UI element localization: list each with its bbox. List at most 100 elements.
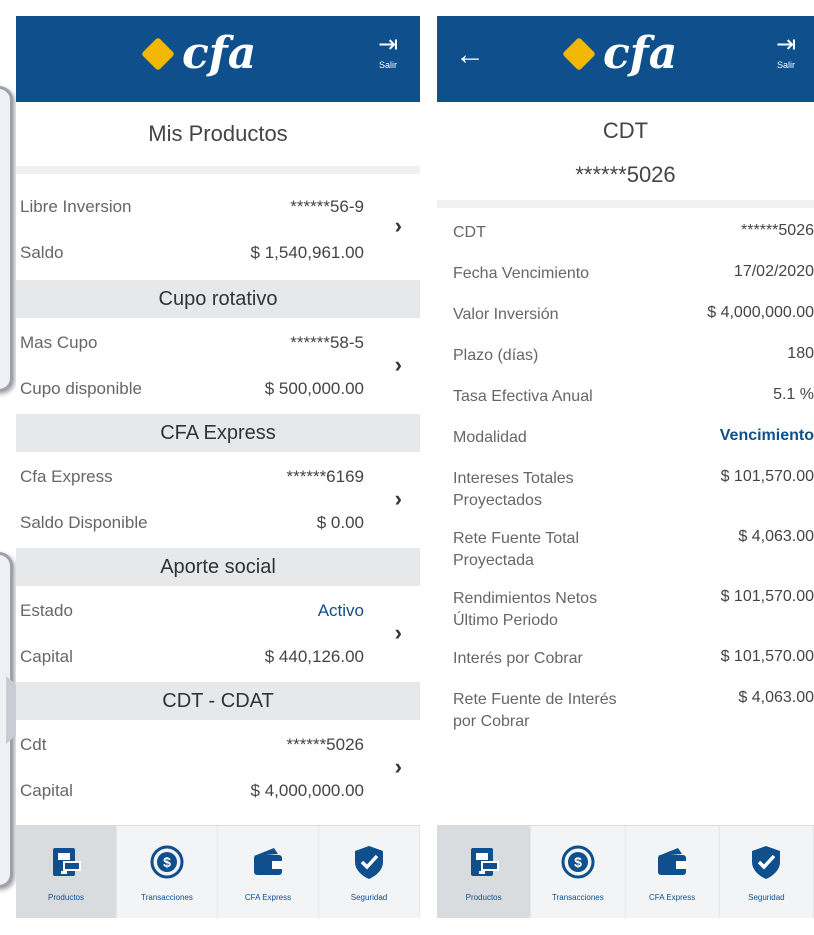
detail-row: Fecha Vencimiento 17/02/2020 (437, 255, 814, 296)
detail-label: Modalidad (453, 429, 527, 446)
product-row: Saldo Disponible $ 0.00 (20, 500, 420, 546)
detail-label: Intereses Totales Proyectados (453, 470, 574, 509)
app-header: ← cfa ⇥ Salir (437, 16, 814, 102)
detail-label: Interés por Cobrar (453, 650, 583, 667)
exit-icon: ⇥ (377, 31, 399, 58)
chevron-right-icon[interactable]: › (395, 213, 402, 239)
product-card[interactable]: Mas Cupo ******58-5 Cupo disponible $ 500,0… (16, 318, 420, 414)
section-header: Aporte social (16, 548, 420, 586)
product-row-label: Cupo disponible (20, 379, 142, 398)
exit-label: Salir (378, 60, 397, 70)
tab-productos[interactable]: Productos (16, 826, 117, 918)
wallet-icon (248, 842, 288, 887)
detail-account-number: ******5026 (437, 160, 814, 208)
tab-label: Productos (465, 893, 502, 902)
tab-productos[interactable]: Productos (437, 826, 532, 918)
detail-label: Rete Fuente Total Proyectada (453, 530, 580, 569)
tab-label: CFA Express (244, 893, 292, 902)
chevron-right-icon[interactable]: › (395, 486, 402, 512)
shield-icon (746, 842, 786, 887)
product-row-value: $ 500,000.00 (264, 379, 364, 398)
product-card[interactable]: Estado Activo Capital $ 440,126.00 › (16, 586, 420, 682)
detail-row: Intereses Totales Proyectados $ 101,570.0… (437, 460, 814, 520)
svg-text:$: $ (574, 854, 582, 870)
exit-button[interactable]: ⇥ Salir (768, 31, 804, 71)
detail-row: Rete Fuente Total Proyectada $ 4,063.00 (437, 520, 814, 580)
callout-bubble-top (0, 86, 13, 392)
detail-label: Plazo (días) (453, 347, 539, 364)
tab-label: Seguridad (350, 893, 388, 902)
transactions-icon: $ (558, 842, 598, 887)
tab-seguridad[interactable]: Seguridad (319, 826, 420, 918)
chevron-right-icon[interactable]: › (395, 754, 402, 780)
section-header: CDT - CDAT (16, 682, 420, 720)
detail-value: ******5026 (741, 222, 814, 239)
detail-value: 17/02/2020 (733, 263, 814, 280)
detail-label: Rendimientos Netos Último Periodo (453, 590, 598, 629)
app-header: cfa ⇥ Salir (16, 16, 420, 102)
tab-cfa-express[interactable]: CFA Express (218, 826, 319, 918)
wallet-icon (652, 842, 692, 887)
back-arrow-icon[interactable]: ← (455, 38, 485, 72)
detail-row: Valor Inversión $ 4,000,000.00 (437, 296, 814, 337)
detail-value: $ 4,063.00 (738, 528, 814, 545)
detail-value: $ 101,570.00 (720, 588, 814, 605)
tab-label: CFA Express (649, 893, 696, 902)
detail-row: Rendimientos Netos Último Periodo $ 101,5… (437, 580, 814, 640)
cfa-logo: cfa (562, 28, 678, 79)
product-card[interactable]: Cdt ******5026 Capital $ 4,000,000.00 › (16, 720, 420, 816)
detail-label: Rete Fuente de Interés por Cobrar (453, 691, 617, 730)
chevron-right-icon[interactable]: › (395, 352, 402, 378)
detail-list: CDT ******5026 Fecha Vencimiento 17/02/2020… (437, 214, 814, 741)
product-row-value: ******56-9 (290, 197, 364, 216)
products-icon (46, 842, 86, 887)
detail-value: $ 101,570.00 (720, 468, 814, 485)
section-header: CFA Express (16, 414, 420, 452)
exit-button[interactable]: ⇥ Salir (370, 31, 406, 71)
product-row: Cupo disponible $ 500,000.00 (20, 366, 420, 412)
tab-cfa-express[interactable]: CFA Express (626, 826, 720, 918)
products-screen: cfa ⇥ Salir Mis Productos Libre Inversio… (16, 16, 420, 918)
product-row-label: Capital (20, 647, 73, 666)
product-row: Mas Cupo ******58-5 (20, 320, 420, 366)
shield-icon (349, 842, 389, 887)
product-row-label: Libre Inversion (20, 197, 132, 216)
detail-label: CDT (453, 224, 486, 241)
tab-transacciones[interactable]: $ Transacciones (531, 826, 626, 918)
product-list: Libre Inversion ******56-9 Saldo $ 1,540,96… (16, 174, 420, 816)
product-row-label: Estado (20, 601, 73, 620)
product-card[interactable]: Cfa Express ******6169 Saldo Disponible $ 0… (16, 452, 420, 548)
detail-label: Tasa Efectiva Anual (453, 388, 593, 405)
detail-row: Modalidad Vencimiento (437, 419, 814, 460)
exit-label: Salir (776, 60, 795, 70)
products-icon (464, 842, 504, 887)
logo-text: cfa (603, 28, 678, 79)
product-row: Cfa Express ******6169 (20, 454, 420, 500)
tab-seguridad[interactable]: Seguridad (720, 826, 814, 918)
cropped-top-strip (0, 0, 814, 16)
detail-row: Plazo (días) 180 (437, 337, 814, 378)
chevron-right-icon[interactable]: › (395, 620, 402, 646)
tab-transacciones[interactable]: $ Transacciones (117, 826, 218, 918)
transactions-icon: $ (147, 842, 187, 887)
detail-value: $ 4,063.00 (738, 689, 814, 706)
product-row-value: ******5026 (286, 735, 364, 754)
page-title: Mis Productos (16, 102, 420, 174)
section-header: Cupo rotativo (16, 280, 420, 318)
product-row-value: $ 4,000,000.00 (250, 781, 364, 800)
exit-icon: ⇥ (775, 31, 797, 58)
product-row-label: Capital (20, 781, 73, 800)
detail-row: Rete Fuente de Interés por Cobrar $ 4,063… (437, 681, 814, 741)
detail-title: CDT (602, 118, 649, 143)
svg-text:$: $ (163, 854, 171, 870)
product-row-label: Saldo (20, 243, 64, 262)
product-row-value: $ 440,126.00 (264, 647, 364, 666)
tab-label: Transacciones (141, 893, 193, 902)
detail-row: Interés por Cobrar $ 101,570.00 (437, 640, 814, 681)
product-row-label: Cfa Express (20, 467, 113, 486)
product-row: Cdt ******5026 (20, 722, 420, 768)
product-row: Libre Inversion ******56-9 (20, 184, 420, 230)
logo-text: cfa (182, 28, 257, 79)
product-card[interactable]: Libre Inversion ******56-9 Saldo $ 1,540,96… (16, 174, 420, 280)
cfa-logo: cfa (141, 28, 257, 79)
